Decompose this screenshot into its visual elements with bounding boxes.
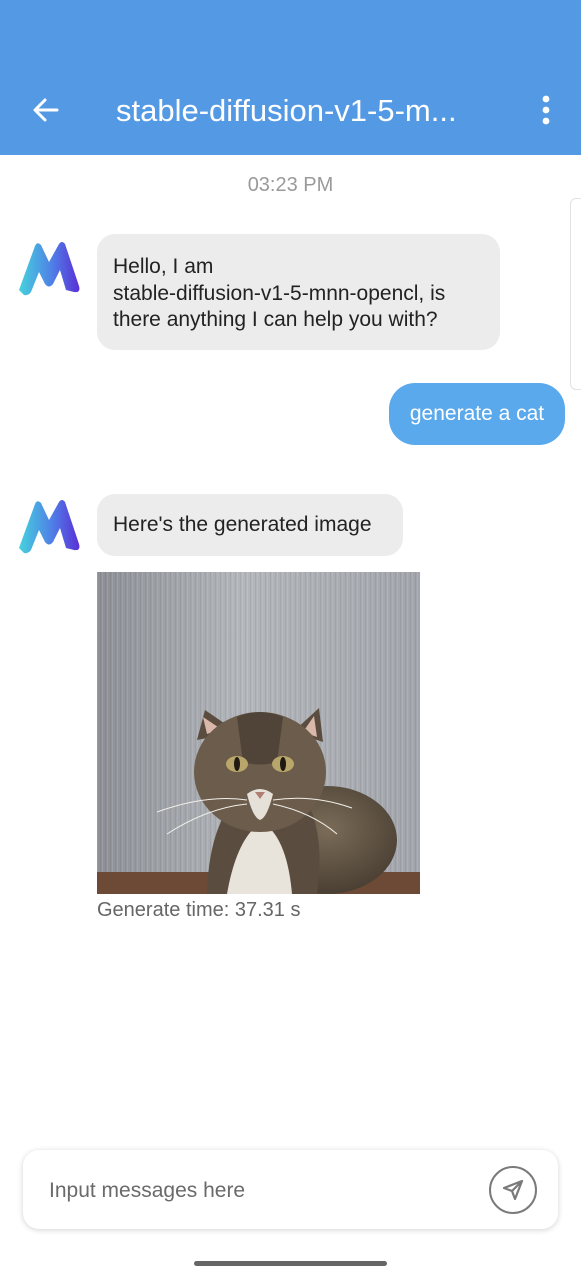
mnn-logo-icon: [19, 500, 80, 554]
message-line: there anything I can help you with?: [113, 308, 438, 331]
user-message-bubble: generate a cat: [389, 383, 565, 445]
generated-image[interactable]: [97, 572, 420, 894]
more-vertical-icon: [542, 95, 550, 125]
assistant-avatar: [15, 238, 83, 298]
message-input-bar: [23, 1150, 558, 1231]
more-options-button[interactable]: [526, 88, 566, 132]
message-text: generate a cat: [409, 402, 545, 425]
assistant-message-bubble: Hello, I am stable-diffusion-v1-5-mnn-op…: [97, 234, 500, 350]
message-timestamp: 03:23 PM: [247, 174, 334, 196]
assistant-avatar: [15, 496, 83, 556]
message-input[interactable]: [47, 1150, 481, 1231]
scroll-handle[interactable]: [570, 198, 581, 390]
send-button[interactable]: [489, 1166, 537, 1214]
mnn-logo-icon: [19, 242, 80, 296]
cat-photo-icon: [97, 572, 420, 894]
assistant-message-bubble: Here's the generated image: [97, 494, 403, 556]
generate-time-label: Generate time: 37.31 s: [97, 899, 301, 921]
page-title: stable-diffusion-v1-5-m...: [116, 93, 457, 128]
arrow-left-icon: [33, 98, 59, 122]
app-bar: stable-diffusion-v1-5-m...: [0, 0, 581, 155]
back-button[interactable]: [24, 88, 68, 132]
home-indicator[interactable]: [194, 1261, 387, 1266]
send-icon: [502, 1179, 524, 1201]
message-line: Hello, I am: [113, 255, 214, 278]
message-text: Here's the generated image: [113, 512, 372, 536]
message-line: stable-diffusion-v1-5-mnn-opencl, is: [113, 281, 446, 305]
